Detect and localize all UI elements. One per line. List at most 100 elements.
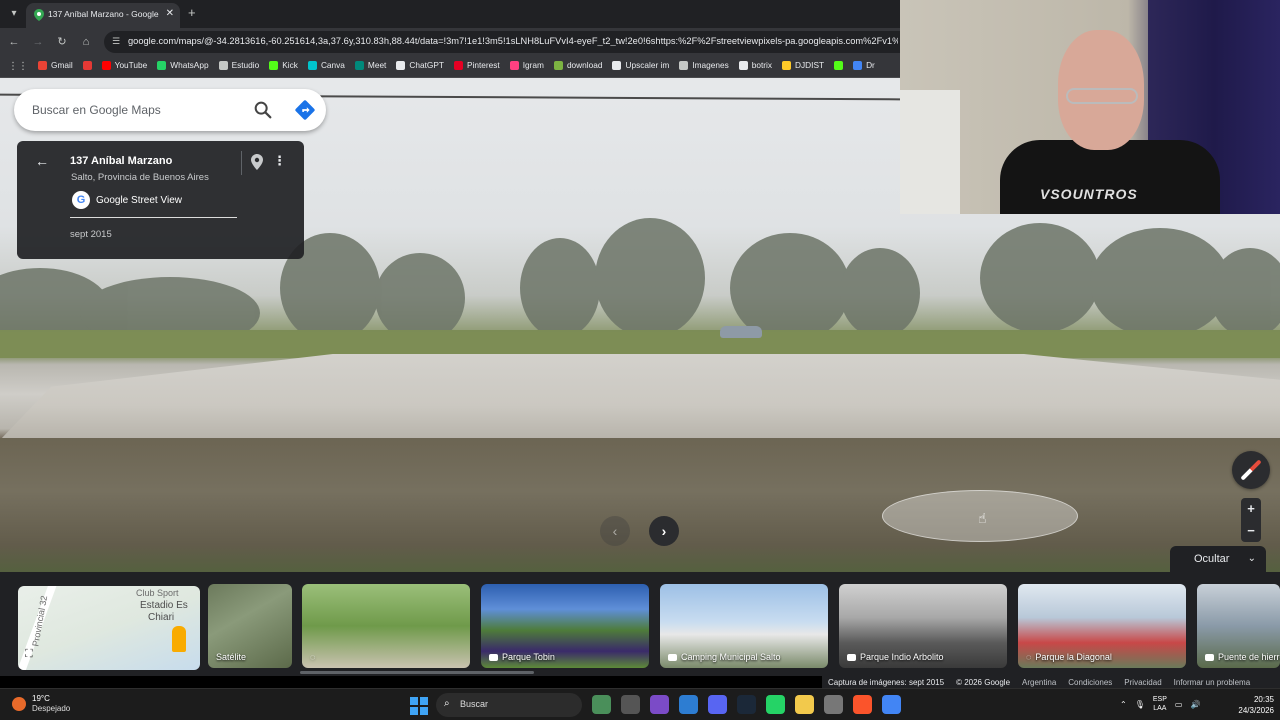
pegman-icon[interactable] bbox=[172, 626, 186, 652]
settings-app-icon[interactable] bbox=[824, 695, 843, 714]
tab-search-icon[interactable]: ▾ bbox=[6, 6, 22, 22]
bookmark-item[interactable]: Pinterest bbox=[453, 60, 500, 70]
bookmark-item[interactable]: download bbox=[553, 60, 602, 70]
zoom-out-button[interactable]: − bbox=[1241, 520, 1261, 542]
explorer-app-icon[interactable] bbox=[795, 695, 814, 714]
site-info-icon[interactable]: ☰ bbox=[112, 36, 120, 47]
bookmark-item[interactable]: DJDIST bbox=[782, 60, 824, 70]
hide-strip-button[interactable]: Ocultar ⌄ bbox=[1170, 546, 1266, 572]
strip-scrollbar[interactable] bbox=[300, 671, 534, 674]
language-indicator[interactable]: ESP LAA bbox=[1153, 695, 1167, 713]
satellite-layer-toggle[interactable]: Satélite bbox=[208, 584, 292, 668]
volume-icon[interactable]: 🔊 bbox=[1190, 700, 1200, 709]
photo-thumbnail[interactable]: Parque Tobin bbox=[481, 584, 649, 668]
taskbar: 19°C Despejado ⌕ Buscar ⌃ 🎙 ESP LAA ▭ 🔊 … bbox=[0, 688, 1280, 720]
maps-footer: Captura de imágenes: sept 2015 © 2026 Go… bbox=[822, 676, 1280, 688]
back-arrow-icon[interactable]: ← bbox=[35, 153, 51, 169]
forward-icon[interactable]: → bbox=[30, 34, 46, 50]
widgets-icon[interactable] bbox=[592, 695, 611, 714]
file-app-icon[interactable] bbox=[621, 695, 640, 714]
weather-widget[interactable]: 19°C Despejado bbox=[12, 694, 70, 714]
address-bar[interactable]: ☰ google.com/maps/@-34.2813616,-60.25161… bbox=[104, 31, 900, 53]
bookmark-item[interactable]: ChatGPT bbox=[396, 60, 444, 70]
start-icon[interactable] bbox=[410, 697, 428, 715]
whatsapp-app-icon[interactable] bbox=[766, 695, 785, 714]
minimap[interactable]: Provincial 32 Club Sport Estadio Es Chia… bbox=[18, 586, 200, 670]
bookmark-item[interactable]: Upscaler im bbox=[612, 60, 669, 70]
country-link[interactable]: Argentina bbox=[1022, 678, 1056, 687]
apps-grid-icon[interactable]: ⋮⋮ bbox=[8, 61, 28, 72]
photo-thumbnail[interactable]: Parque Indio Arbolito bbox=[839, 584, 1007, 668]
brave-app-icon[interactable] bbox=[853, 695, 872, 714]
bookmark-label: botrix bbox=[751, 60, 773, 70]
bookmark-item[interactable] bbox=[82, 60, 92, 70]
bookmark-item[interactable]: Meet bbox=[354, 60, 386, 70]
bookmark-item[interactable] bbox=[834, 60, 844, 70]
maps-search-input[interactable] bbox=[32, 99, 232, 121]
photo-thumbnail[interactable]: Camping Municipal Salto bbox=[660, 584, 828, 668]
webcam-overlay: VSOUNTROS bbox=[900, 0, 1280, 214]
photo-title: Parque la Diagonal bbox=[1035, 652, 1112, 662]
bookmark-item[interactable]: YouTube bbox=[101, 60, 147, 70]
new-tab-icon[interactable]: + bbox=[188, 5, 196, 20]
compass-icon[interactable] bbox=[1232, 451, 1270, 489]
bookmark-item[interactable]: botrix bbox=[738, 60, 773, 70]
bookmark-item[interactable]: Dr bbox=[853, 60, 875, 70]
bookmark-favicon-icon bbox=[101, 60, 111, 70]
google-logo-icon: G bbox=[72, 191, 90, 209]
home-icon[interactable]: ⌂ bbox=[78, 34, 94, 50]
bookmark-item[interactable]: Canva bbox=[307, 60, 345, 70]
bookmark-label: Upscaler im bbox=[625, 60, 670, 70]
keyboard-layout: LAA bbox=[1153, 705, 1167, 712]
bookmark-label: Igram bbox=[522, 60, 544, 70]
screen: ☝ ▾ 137 Aníbal Marzano - Google M ✕ + ← … bbox=[0, 0, 1280, 720]
concrete-slab bbox=[0, 354, 1280, 440]
close-tab-icon[interactable]: ✕ bbox=[166, 8, 174, 19]
back-icon[interactable]: ← bbox=[6, 34, 22, 50]
bookmark-item[interactable]: Gmail bbox=[38, 60, 73, 70]
privacy-link[interactable]: Privacidad bbox=[1124, 678, 1161, 687]
capture-date-selector[interactable]: sept 2015 bbox=[70, 229, 112, 240]
expand-map-icon[interactable]: ⛶ bbox=[25, 648, 41, 664]
microphone-icon[interactable]: 🎙 bbox=[1135, 700, 1145, 709]
browser-tab-bar: ▾ 137 Aníbal Marzano - Google M ✕ + bbox=[0, 0, 900, 28]
bookmark-item[interactable]: Igram bbox=[509, 60, 544, 70]
steam-app-icon[interactable] bbox=[737, 695, 756, 714]
notes-app-icon[interactable] bbox=[679, 695, 698, 714]
report-link[interactable]: Informar un problema bbox=[1174, 678, 1250, 687]
next-photo-button[interactable]: › bbox=[649, 516, 679, 546]
search-icon[interactable] bbox=[252, 99, 274, 121]
bookmark-item[interactable]: Estudio bbox=[218, 60, 259, 70]
bookmark-favicon-icon bbox=[679, 60, 689, 70]
system-tray: ⌃ 🎙 ESP LAA ▭ 🔊 bbox=[1120, 695, 1200, 713]
previous-photo-button[interactable]: ‹ bbox=[600, 516, 630, 546]
zoom-in-button[interactable]: + bbox=[1241, 498, 1261, 520]
bookmark-favicon-icon bbox=[157, 60, 167, 70]
dirt-ground bbox=[0, 438, 1280, 572]
photo-thumbnail[interactable]: Puente de hierro bbox=[1197, 584, 1280, 668]
podcast-app-icon[interactable] bbox=[650, 695, 669, 714]
bookmark-item[interactable]: WhatsApp bbox=[157, 60, 209, 70]
photo-thumbnail[interactable]: ◌ Parque la Diagonal bbox=[1018, 584, 1186, 668]
more-options-icon[interactable]: ⋮ bbox=[273, 153, 286, 169]
chevron-up-icon[interactable]: ⌃ bbox=[1120, 700, 1127, 709]
bookmark-item[interactable]: Kick bbox=[269, 60, 298, 70]
bookmark-item[interactable]: Imagenes bbox=[679, 60, 729, 70]
discord-app-icon[interactable] bbox=[708, 695, 727, 714]
taskbar-search[interactable]: ⌕ Buscar bbox=[436, 693, 582, 717]
bookmark-favicon-icon bbox=[218, 60, 228, 70]
network-icon[interactable]: ▭ bbox=[1175, 700, 1183, 709]
zoom-control: + − bbox=[1241, 498, 1261, 542]
reload-icon[interactable]: ↻ bbox=[54, 34, 70, 50]
bookmark-favicon-icon bbox=[738, 60, 748, 70]
shirt-print: VSOUNTROS bbox=[1040, 186, 1138, 202]
chrome-app-icon[interactable] bbox=[882, 695, 901, 714]
directions-icon[interactable] bbox=[294, 99, 316, 121]
photo-thumbnail[interactable]: ◌ bbox=[302, 584, 470, 668]
map-pin-icon[interactable] bbox=[250, 154, 264, 170]
photo-label: ◌ Parque la Diagonal bbox=[1026, 652, 1112, 662]
browser-tab[interactable]: 137 Aníbal Marzano - Google M ✕ bbox=[26, 3, 180, 28]
terms-link[interactable]: Condiciones bbox=[1068, 678, 1112, 687]
clock[interactable]: 20:35 24/3/2026 bbox=[1226, 694, 1274, 716]
camera-icon bbox=[668, 653, 677, 661]
